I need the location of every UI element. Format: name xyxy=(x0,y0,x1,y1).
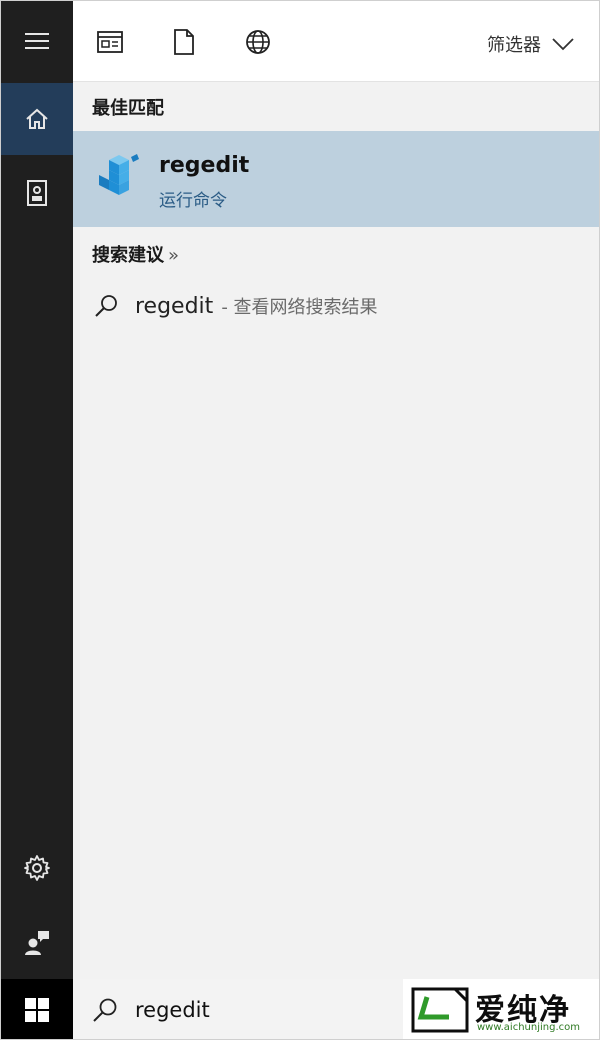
best-match-subtitle: 运行命令 xyxy=(159,191,227,211)
start-button[interactable] xyxy=(1,979,73,1039)
search-icon xyxy=(95,295,117,317)
web-scope-button[interactable] xyxy=(243,27,273,57)
settings-button[interactable] xyxy=(1,835,73,901)
suggestions-heading[interactable]: 搜索建议» xyxy=(92,241,179,267)
hamburger-icon xyxy=(25,33,49,49)
feedback-button[interactable] xyxy=(1,907,73,977)
taskbar-search-box[interactable] xyxy=(73,979,403,1039)
globe-icon xyxy=(246,30,270,54)
home-icon xyxy=(26,108,48,129)
notebook-button[interactable] xyxy=(1,157,73,229)
best-match-heading: 最佳匹配 xyxy=(92,98,164,119)
suggestion-term: regedit xyxy=(135,293,214,319)
best-match-title: regedit xyxy=(159,153,250,178)
suggestions-heading-label: 搜索建议 xyxy=(92,245,164,266)
windows-logo-icon xyxy=(25,998,49,1022)
user-feedback-icon xyxy=(25,931,49,955)
chevron-right-icon: » xyxy=(168,245,180,266)
start-menu-search: 筛选器 最佳匹配 regedit 运行命令 搜索建议 » regedit - 查… xyxy=(0,0,600,1040)
apps-icon xyxy=(97,31,123,53)
document-icon xyxy=(174,29,194,55)
left-rail xyxy=(1,1,73,979)
list-item[interactable]: regedit - 查看网络搜索结果 xyxy=(73,283,599,329)
registry-editor-icon xyxy=(99,154,139,195)
search-input[interactable] xyxy=(133,997,357,1023)
filter-label: 筛选器 xyxy=(487,35,541,56)
search-icon xyxy=(93,998,117,1022)
site-watermark: 爱纯净 www.aichunjing.com xyxy=(403,979,599,1039)
home-button[interactable] xyxy=(1,83,73,155)
gear-icon xyxy=(24,855,50,881)
watermark-url: www.aichunjing.com xyxy=(477,1022,580,1033)
search-panel: 筛选器 最佳匹配 regedit 运行命令 搜索建议 » regedit - 查… xyxy=(73,1,599,979)
best-match-result[interactable]: regedit 运行命令 xyxy=(73,131,599,227)
apps-scope-button[interactable] xyxy=(95,27,125,57)
suggestion-description: - 查看网络搜索结果 xyxy=(221,297,378,318)
scope-toolbar: 筛选器 xyxy=(73,1,599,82)
watermark-logo-icon xyxy=(411,987,469,1033)
chevron-down-icon xyxy=(552,38,574,51)
notebook-icon xyxy=(27,180,47,206)
filter-dropdown[interactable]: 筛选器 xyxy=(487,31,575,57)
menu-button[interactable] xyxy=(1,1,73,81)
documents-scope-button[interactable] xyxy=(169,27,199,57)
